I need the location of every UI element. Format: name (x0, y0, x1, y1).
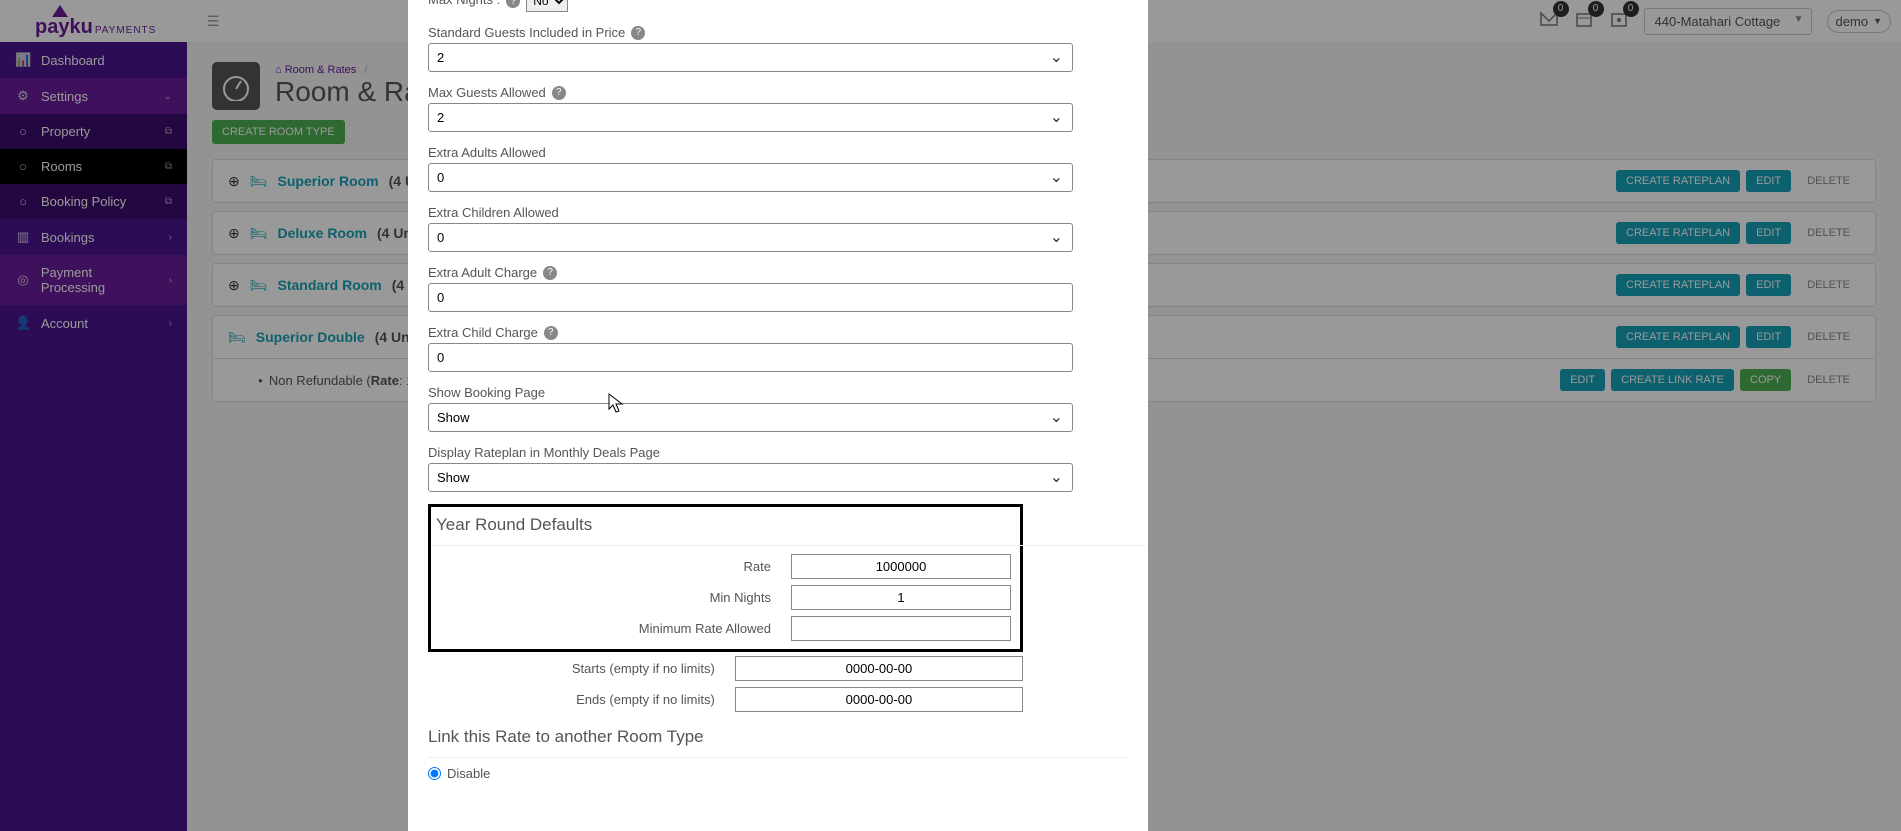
display-monthly-label: Display Rateplan in Monthly Deals Page (428, 445, 660, 460)
help-icon[interactable]: ? (552, 86, 566, 100)
disable-radio[interactable] (428, 767, 441, 780)
help-icon[interactable]: ? (506, 0, 520, 8)
year-defaults-title: Year Round Defaults (431, 515, 1020, 535)
extra-adults-select[interactable]: 0 (428, 163, 1073, 192)
starts-input[interactable] (735, 656, 1023, 681)
display-monthly-select[interactable]: Show (428, 463, 1073, 492)
rateplan-modal: Max Nights : ? No Standard Guests Includ… (408, 0, 1148, 831)
help-icon[interactable]: ? (544, 326, 558, 340)
disable-label: Disable (447, 766, 490, 781)
extra-children-label: Extra Children Allowed (428, 205, 559, 220)
max-nights-select[interactable]: No (526, 0, 568, 12)
min-nights-label: Min Nights (431, 590, 791, 605)
ends-input[interactable] (735, 687, 1023, 712)
rate-input[interactable] (791, 554, 1011, 579)
rate-label: Rate (431, 559, 791, 574)
std-guests-label: Standard Guests Included in Price? (428, 25, 645, 40)
extra-adults-label: Extra Adults Allowed (428, 145, 546, 160)
extra-adult-charge-label: Extra Adult Charge? (428, 265, 557, 280)
std-guests-select[interactable]: 2 (428, 43, 1073, 72)
min-rate-input[interactable] (791, 616, 1011, 641)
max-nights-label: Max Nights : (428, 0, 500, 7)
extra-children-select[interactable]: 0 (428, 223, 1073, 252)
link-rate-title: Link this Rate to another Room Type (428, 727, 1128, 747)
extra-child-charge-label: Extra Child Charge? (428, 325, 558, 340)
starts-label: Starts (empty if no limits) (428, 661, 735, 676)
show-booking-label: Show Booking Page (428, 385, 545, 400)
year-defaults-highlight: Year Round Defaults Rate Min Nights Mini… (428, 504, 1023, 652)
help-icon[interactable]: ? (543, 266, 557, 280)
help-icon[interactable]: ? (631, 26, 645, 40)
disable-radio-row[interactable]: Disable (428, 766, 1128, 781)
min-nights-input[interactable] (791, 585, 1011, 610)
extra-child-charge-input[interactable] (428, 343, 1073, 372)
show-booking-select[interactable]: Show (428, 403, 1073, 432)
max-guests-label: Max Guests Allowed? (428, 85, 566, 100)
max-guests-select[interactable]: 2 (428, 103, 1073, 132)
extra-adult-charge-input[interactable] (428, 283, 1073, 312)
min-rate-label: Minimum Rate Allowed (431, 621, 791, 636)
ends-label: Ends (empty if no limits) (428, 692, 735, 707)
